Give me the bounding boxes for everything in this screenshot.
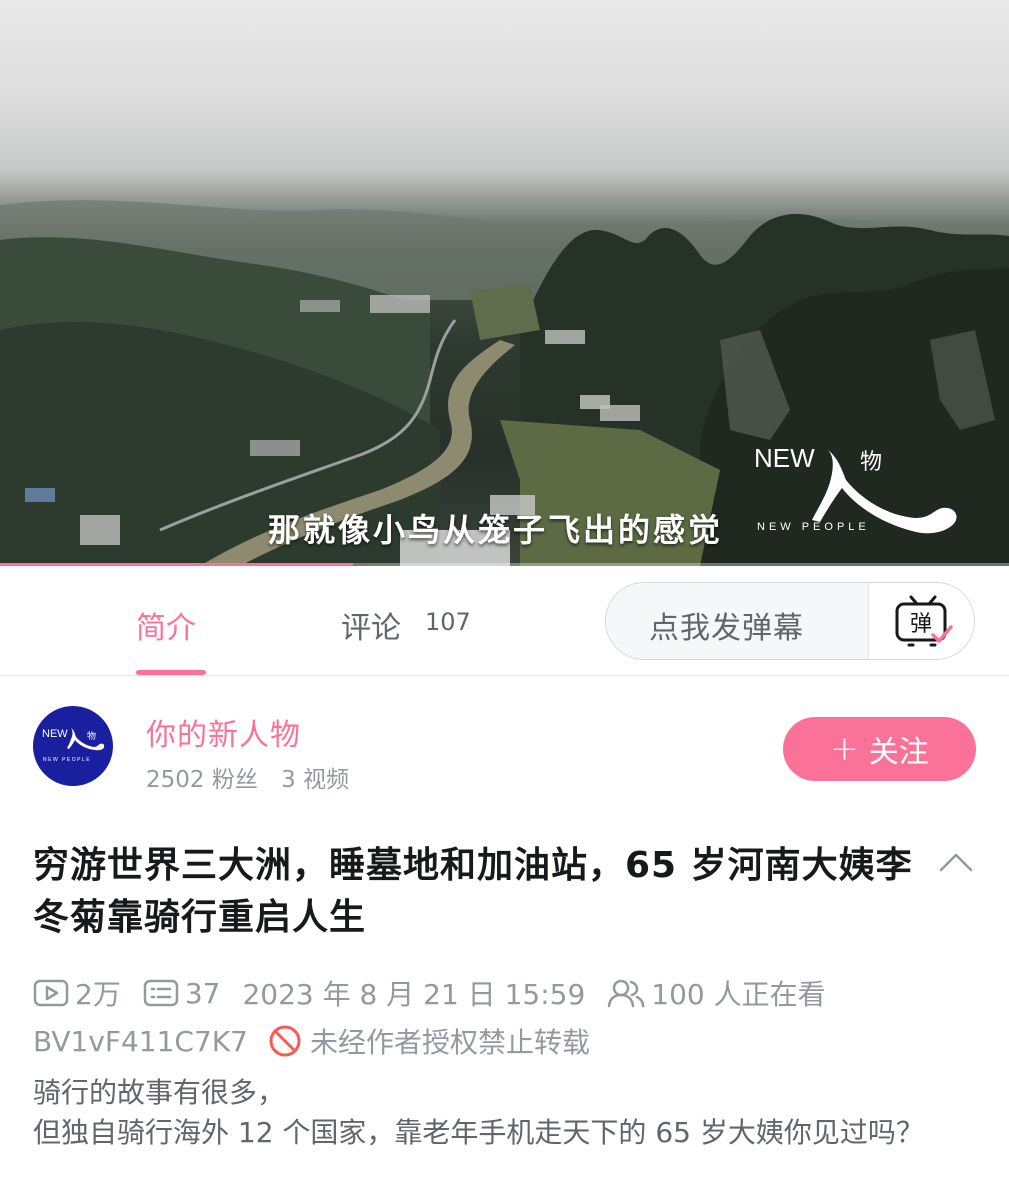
video-id-row: BV1vF411C7K7 未经作者授权禁止转载 (33, 1023, 590, 1060)
forbidden-icon (269, 1025, 301, 1057)
uploader-stats: 2502 粉丝 3 视频 (146, 760, 365, 794)
watching-now: 100 人正在看 (651, 978, 826, 1011)
watermark-wu-text: 物 (860, 450, 883, 475)
danmaku-input[interactable]: 点我发弹幕 弹 (605, 582, 975, 660)
bvid[interactable]: BV1vF411C7K7 (33, 1025, 248, 1058)
danmaku-icon-char: 弹 (910, 612, 932, 637)
avatar-figure-logo (67, 728, 105, 751)
plus-icon: + (830, 729, 859, 769)
tab-comments[interactable]: 评论 (341, 603, 401, 647)
danmaku-count-icon (143, 979, 179, 1007)
publish-datetime: 2023 年 8 月 21 日 15:59 (242, 978, 586, 1011)
avatar-people-text: NEW PEOPLE (43, 757, 92, 763)
no-repost-notice: 未经作者授权禁止转载 (309, 1026, 590, 1059)
play-count-icon (33, 979, 69, 1007)
follow-button-label: 关注 (868, 735, 929, 770)
uploader-avatar[interactable]: NEW 物 NEW PEOPLE (33, 706, 113, 786)
video-description: 骑行的故事有很多， 但独自骑行海外 12 个国家，靠老年手机走天下的 65 岁大… (33, 1073, 983, 1153)
description-line: 骑行的故事有很多， (33, 1076, 286, 1109)
uploader-name[interactable]: 你的新人物 (146, 710, 301, 754)
tab-bar: 简介 评论 107 点我发弹幕 弹 (0, 567, 1009, 676)
watermark-new-text: NEW (754, 443, 815, 473)
follow-button[interactable]: + 关注 (783, 717, 976, 781)
viewers-icon (608, 979, 645, 1008)
danmaku-count: 37 (184, 976, 221, 1010)
danmaku-tv-icon: 弹 (895, 595, 953, 647)
danmaku-toggle-button[interactable]: 弹 (868, 583, 974, 659)
uploader-followers: 2502 粉丝 (146, 767, 258, 793)
video-subtitle: 那就像小鸟从笼子飞出的感觉 (268, 511, 724, 549)
play-count: 2万 (75, 978, 121, 1011)
video-meta-row: 2万 37 2023 年 8 月 21 日 15:59 100 人正在看 (33, 975, 826, 1011)
watermark-people-text: NEW PEOPLE (757, 521, 870, 533)
tab-intro-active-indicator (136, 670, 206, 675)
tab-comments-count: 107 (425, 608, 471, 636)
video-player[interactable]: 那就像小鸟从笼子飞出的感觉 NEW 物 NEW PEOPLE (0, 0, 1009, 566)
avatar-new-text: NEW (42, 728, 68, 740)
tab-intro[interactable]: 简介 (136, 603, 196, 647)
video-title: 穷游世界三大洲，睡墓地和加油站，65 岁河南大姨李冬菊靠骑行重启人生 (33, 845, 913, 938)
uploader-video-count: 3 视频 (281, 767, 350, 793)
video-progress-fill (0, 563, 354, 566)
avatar-wu-text: 物 (87, 732, 97, 742)
danmaku-input-placeholder: 点我发弹幕 (649, 611, 804, 646)
description-line: 但独自骑行海外 12 个国家，靠老年手机走天下的 65 岁大姨你见过吗？ (33, 1116, 924, 1149)
chevron-up-icon[interactable] (938, 850, 974, 874)
